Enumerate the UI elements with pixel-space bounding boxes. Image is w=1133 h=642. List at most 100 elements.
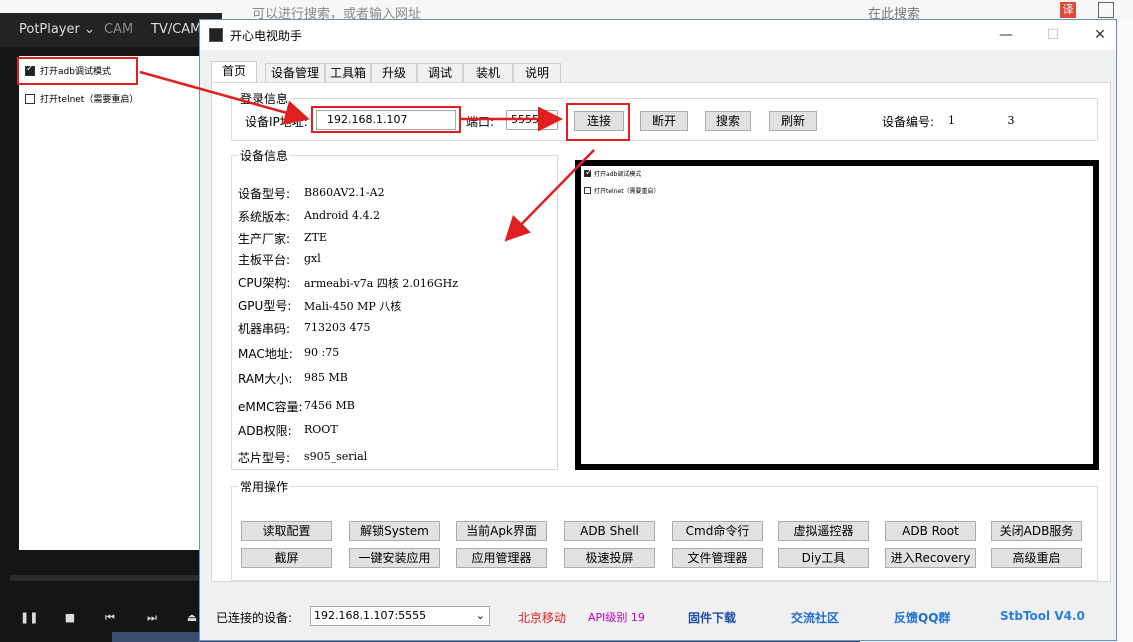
ops-button[interactable]: 解锁System: [349, 521, 440, 541]
preview-adb-label: 打开adb调试模式: [594, 171, 642, 178]
ops-button[interactable]: ADB Shell: [564, 521, 655, 541]
minimize-icon[interactable]: —: [995, 24, 1017, 46]
device-info-value: Mali-450 MP 八核: [304, 300, 402, 313]
disconnect-button[interactable]: 断开: [640, 111, 688, 131]
ops-button[interactable]: 文件管理器: [672, 548, 763, 568]
close-icon[interactable]: ✕: [1089, 24, 1111, 46]
ops-button[interactable]: Cmd命令行: [672, 521, 763, 541]
preview-checkbox-checked: [584, 168, 593, 178]
ops-button[interactable]: 一键安装应用: [349, 548, 440, 568]
ops-button[interactable]: 虚拟遥控器: [778, 521, 869, 541]
port-input[interactable]: 5555: [506, 110, 558, 130]
tab-cam[interactable]: CAM: [104, 22, 133, 37]
ops-button[interactable]: ADB Root: [885, 521, 976, 541]
ops-button[interactable]: 关闭ADB服务: [991, 521, 1082, 541]
device-info-value: B860AV2.1-A2: [304, 186, 385, 199]
potplayer-tabbar: PotPlayer ⌄ CAM TV/CAM: [0, 13, 222, 47]
device-info-label: RAM大小:: [238, 372, 293, 386]
home-tab-panel: 登录信息 设备IP地址: 192.168.1.107 端口: 5555 连接 断…: [211, 82, 1111, 582]
device-info-value: Android 4.4.2: [304, 209, 380, 222]
connected-device-select[interactable]: 192.168.1.107:5555 ⌄: [310, 606, 490, 626]
ops-button[interactable]: 高级重启: [991, 548, 1082, 568]
connected-label: 已连接的设备:: [216, 611, 293, 625]
refresh-button[interactable]: 刷新: [769, 111, 817, 131]
title-bar: 开心电视助手 — ☐ ✕: [200, 20, 1116, 50]
tab-debug[interactable]: 调试: [417, 63, 463, 82]
connected-device-value: 192.168.1.107:5555: [314, 609, 427, 622]
feedback-qq-link[interactable]: 反馈QQ群: [894, 609, 950, 626]
window-title: 开心电视助手: [230, 29, 303, 43]
tab-tv-cam[interactable]: TV/CAM: [151, 22, 201, 37]
stop-icon[interactable]: ■: [62, 610, 78, 626]
device-info-value: s905_serial: [304, 450, 368, 463]
device-no-label: 设备编号:: [882, 115, 935, 129]
device-info-label: eMMC容量:: [238, 400, 303, 414]
ops-group-title: 常用操作: [238, 478, 291, 495]
ops-button[interactable]: 应用管理器: [456, 548, 547, 568]
device-info-value: 985 MB: [304, 371, 348, 384]
highlight-box-adb: [17, 57, 138, 85]
telnet-option[interactable]: 打开telnet（需要重启）: [25, 92, 138, 105]
potplayer-menu[interactable]: PotPlayer ⌄: [19, 22, 95, 37]
tab-upgrade[interactable]: 升级: [371, 63, 417, 82]
tab-device-manage[interactable]: 设备管理: [265, 63, 325, 82]
device-info-label: 主板平台:: [238, 253, 291, 267]
device-info-title: 设备信息: [238, 147, 291, 164]
firmware-download-link[interactable]: 固件下载: [688, 609, 736, 626]
checkbox[interactable]: [25, 93, 35, 104]
highlight-box-ip: [311, 106, 461, 133]
highlight-box-connect: [566, 103, 630, 141]
device-info-value: 7456 MB: [304, 399, 355, 412]
port-label: 端口:: [466, 115, 495, 129]
tab-toolbox[interactable]: 工具箱: [325, 63, 371, 82]
tab-home[interactable]: 首页: [211, 61, 257, 82]
login-group-title: 登录信息: [238, 90, 291, 107]
previous-icon[interactable]: ⏮: [102, 610, 118, 626]
potplayer-window: PotPlayer ⌄ CAM TV/CAM 打开adb调试模式 打开telne…: [0, 13, 222, 642]
device-info-label: 设备型号:: [238, 187, 291, 201]
ops-button[interactable]: 当前Apk界面: [456, 521, 547, 541]
device-info-value: 713203 475: [304, 321, 371, 334]
community-link[interactable]: 交流社区: [791, 609, 839, 626]
maximize-icon[interactable]: ☐: [1042, 24, 1064, 46]
translate-icon[interactable]: 译: [1060, 2, 1076, 18]
ops-button[interactable]: Diy工具: [778, 548, 869, 568]
app-icon: [209, 28, 223, 42]
ip-label: 设备IP地址:: [245, 115, 308, 129]
ops-button[interactable]: 截屏: [241, 548, 332, 568]
app-window: 开心电视助手 — ☐ ✕ 首页 设备管理 工具箱 升级 调试 装机 说明 登录信…: [199, 19, 1117, 641]
device-info-value: ROOT: [304, 423, 338, 436]
eject-icon[interactable]: ⏏: [184, 610, 200, 626]
telnet-option-label: 打开telnet（需要重启）: [40, 95, 139, 105]
search-button[interactable]: 搜索: [705, 111, 751, 131]
next-icon[interactable]: ⏭: [144, 610, 160, 626]
device-info-label: MAC地址:: [238, 347, 293, 361]
chevron-down-icon: ⌄: [84, 22, 95, 37]
device-info-label: ADB权限:: [238, 424, 292, 438]
device-info-value: 90 :75: [304, 346, 340, 359]
device-info-value: ZTE: [304, 231, 328, 244]
preview-telnet-label: 打开telnet（需要重启）: [594, 188, 660, 195]
device-info-value: gxl: [304, 252, 321, 265]
device-info-label: GPU型号:: [238, 299, 292, 313]
puzzle-icon[interactable]: [1098, 2, 1114, 18]
preview-telnet-option: 打开telnet（需要重启）: [584, 186, 660, 195]
device-info-label: 系统版本:: [238, 210, 291, 224]
version-link[interactable]: StbTool V4.0: [1000, 609, 1085, 623]
ops-button[interactable]: 进入Recovery: [885, 548, 976, 568]
ops-button[interactable]: 读取配置: [241, 521, 332, 541]
api-level-label: API级别 19: [588, 611, 645, 624]
chevron-down-icon: ⌄: [475, 609, 485, 622]
ops-button[interactable]: 极速投屏: [564, 548, 655, 568]
pause-icon[interactable]: ❚❚: [20, 610, 38, 626]
tab-help[interactable]: 说明: [513, 63, 561, 82]
tab-install[interactable]: 装机: [463, 63, 513, 82]
browser-side-strip: [1118, 22, 1133, 642]
seek-bar[interactable]: [10, 575, 212, 581]
screen-preview: 打开adb调试模式 打开telnet（需要重启）: [575, 160, 1099, 470]
device-info-label: 芯片型号:: [238, 451, 291, 465]
potplayer-screen: 打开adb调试模式 打开telnet（需要重启）: [19, 56, 202, 550]
device-info-label: CPU架构:: [238, 276, 291, 290]
device-info-label: 机器串码:: [238, 322, 291, 336]
preview-adb-option: 打开adb调试模式: [584, 168, 642, 178]
